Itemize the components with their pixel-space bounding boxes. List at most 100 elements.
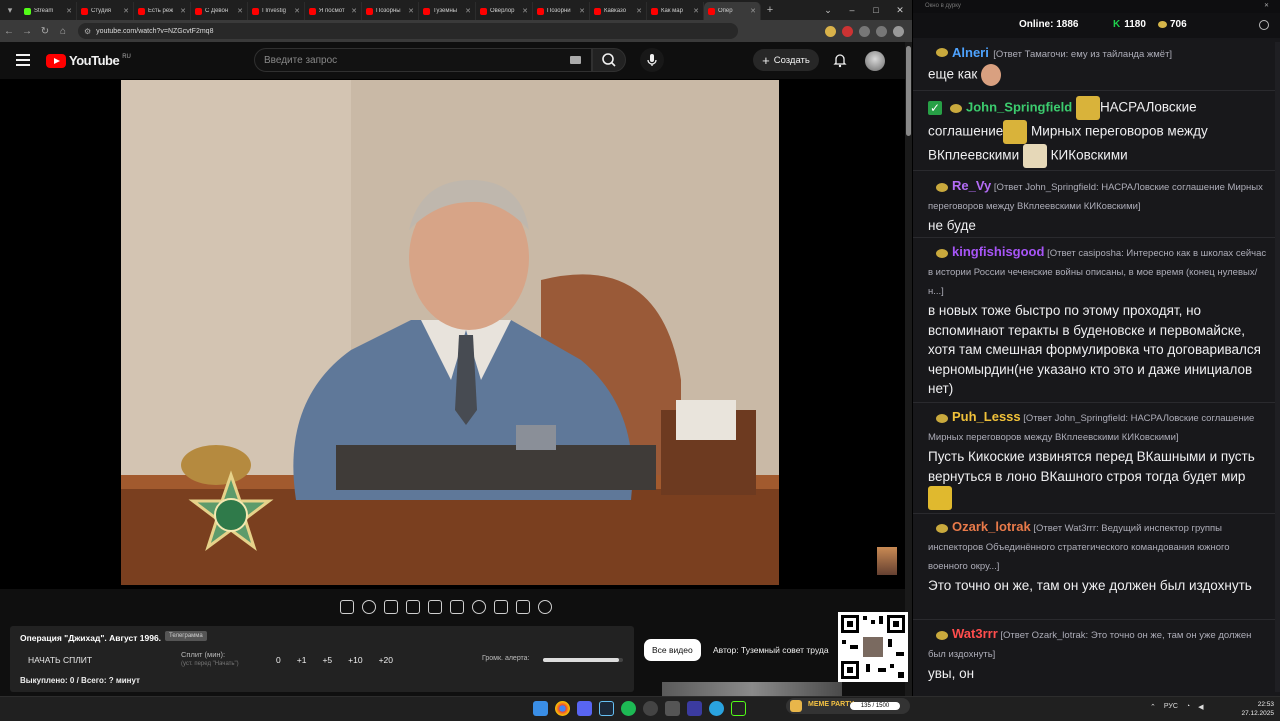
add-5-button[interactable]: +5 bbox=[322, 655, 332, 665]
windows-start-icon[interactable] bbox=[533, 701, 548, 716]
broadcast-icon[interactable] bbox=[362, 600, 376, 614]
add-20-button[interactable]: +20 bbox=[379, 655, 393, 665]
browser-tab[interactable]: Опер ✕ bbox=[704, 2, 761, 20]
meme-party-widget[interactable]: MEME PARTY 135 / 1500 bbox=[786, 698, 910, 714]
browser-tab[interactable]: Позорни ✕ bbox=[533, 2, 590, 20]
tab-close-icon[interactable]: ✕ bbox=[522, 7, 528, 15]
tab-close-icon[interactable]: ✕ bbox=[180, 7, 186, 15]
account-avatar[interactable] bbox=[865, 51, 885, 71]
add-1-button[interactable]: +1 bbox=[297, 655, 307, 665]
wifi-icon[interactable]: ◔ bbox=[1186, 703, 1190, 711]
extension-icon[interactable] bbox=[859, 25, 870, 37]
youtube-logo[interactable]: YouTube RU bbox=[46, 53, 131, 68]
browser-tab[interactable]: С Девон ✕ bbox=[191, 2, 248, 20]
browser-tab[interactable]: Stream ✕ bbox=[20, 2, 77, 20]
side-thumbnail[interactable] bbox=[877, 547, 897, 575]
tab-close-icon[interactable]: ✕ bbox=[579, 7, 585, 15]
site-info-icon[interactable]: ⚙ bbox=[84, 27, 91, 36]
media-player-icon[interactable] bbox=[687, 701, 702, 716]
url-field[interactable]: ⚙ youtube.com/watch?v=NZGcvtF2mq8 bbox=[78, 23, 738, 39]
tab-close-icon[interactable]: ✕ bbox=[465, 7, 471, 15]
steam-icon[interactable] bbox=[599, 701, 614, 716]
chat-username[interactable]: Alneri bbox=[952, 45, 989, 60]
bottom-thumbnail-strip[interactable] bbox=[662, 682, 842, 696]
clapper-icon[interactable] bbox=[406, 600, 420, 614]
chrome-icon[interactable] bbox=[555, 701, 570, 716]
close-window-button[interactable]: ✕ bbox=[888, 0, 912, 20]
film-strip-icon[interactable] bbox=[450, 600, 464, 614]
app-icon[interactable] bbox=[665, 701, 680, 716]
tab-close-icon[interactable]: ✕ bbox=[237, 7, 243, 15]
browser-tab[interactable]: Как мар ✕ bbox=[647, 2, 704, 20]
tab-close-icon[interactable]: ✕ bbox=[408, 7, 414, 15]
create-button[interactable]: + Создать bbox=[753, 49, 819, 71]
browser-tab[interactable]: Я посмот ✕ bbox=[305, 2, 362, 20]
search-button[interactable] bbox=[592, 48, 626, 72]
language-indicator[interactable]: РУС bbox=[1164, 703, 1178, 711]
spotify-icon[interactable] bbox=[621, 701, 636, 716]
back-button[interactable]: ← bbox=[0, 26, 18, 37]
tab-close-icon[interactable]: ✕ bbox=[123, 7, 129, 15]
profile-icon[interactable] bbox=[893, 25, 904, 37]
browser-tab[interactable]: I Investig ✕ bbox=[248, 2, 305, 20]
browser-tab[interactable]: Оверлор ✕ bbox=[476, 2, 533, 20]
video-frame[interactable] bbox=[121, 80, 779, 585]
home-button[interactable]: ⌂ bbox=[54, 26, 72, 37]
telegram-icon[interactable] bbox=[709, 701, 724, 716]
kick-app-icon[interactable] bbox=[731, 701, 746, 716]
voice-search-button[interactable] bbox=[640, 48, 664, 72]
tab-close-icon[interactable]: ✕ bbox=[66, 7, 72, 15]
reply-quote[interactable]: [Ответ Тамагочи: ему из тайланда жмёт] bbox=[993, 49, 1172, 60]
tab-close-icon[interactable]: ✕ bbox=[351, 7, 357, 15]
keyboard-icon[interactable] bbox=[570, 56, 581, 64]
start-split-button[interactable]: НАЧАТЬ СПЛИТ bbox=[28, 655, 92, 665]
browser-tab[interactable]: Туземны ✕ bbox=[419, 2, 476, 20]
tab-close-icon[interactable]: ✕ bbox=[693, 7, 699, 15]
tray-arrow-icon[interactable]: ⌃ bbox=[1150, 703, 1156, 711]
obs-icon[interactable] bbox=[643, 701, 658, 716]
tab-close-icon[interactable]: ✕ bbox=[636, 7, 642, 15]
add-10-button[interactable]: +10 bbox=[348, 655, 362, 665]
extension-icon[interactable] bbox=[825, 25, 836, 37]
chat-username[interactable]: kingfishisgood bbox=[952, 244, 1044, 259]
forward-button[interactable]: → bbox=[18, 26, 36, 37]
tab-close-icon[interactable]: ✕ bbox=[750, 7, 756, 15]
pip-icon[interactable] bbox=[428, 600, 442, 614]
chat-username[interactable]: Ozark_lotrak bbox=[952, 519, 1031, 534]
browser-tab[interactable]: Студия ✕ bbox=[77, 2, 134, 20]
chat-username[interactable]: John_Springfield bbox=[966, 100, 1072, 115]
chat-settings-icon[interactable] bbox=[1259, 20, 1269, 30]
tab-search-icon[interactable]: ▾ bbox=[0, 0, 20, 20]
minimize-button[interactable]: – bbox=[840, 0, 864, 20]
page-scrollbar[interactable] bbox=[905, 42, 912, 696]
reload-button[interactable]: ↻ bbox=[36, 26, 54, 37]
camera-icon[interactable] bbox=[516, 600, 530, 614]
speed-gauge-icon[interactable] bbox=[472, 600, 486, 614]
chat-close-icon[interactable]: ✕ bbox=[1264, 0, 1269, 13]
browser-tab[interactable]: Кавказо ✕ bbox=[590, 2, 647, 20]
author-chip[interactable]: Автор: Туземный совет труда bbox=[707, 639, 835, 661]
telegram-badge[interactable]: Телеграмма bbox=[165, 631, 207, 641]
browser-tab[interactable]: Позорны ✕ bbox=[362, 2, 419, 20]
cast-icon[interactable] bbox=[384, 600, 398, 614]
notifications-button[interactable] bbox=[832, 52, 848, 68]
search-input[interactable]: Введите запрос bbox=[254, 48, 592, 72]
chat-username[interactable]: Wat3rrr bbox=[952, 626, 998, 641]
browser-tab[interactable]: Есть реж ✕ bbox=[134, 2, 191, 20]
tab-close-icon[interactable]: ✕ bbox=[294, 7, 300, 15]
all-videos-chip[interactable]: Все видео bbox=[644, 639, 701, 661]
new-tab-button[interactable]: + bbox=[761, 4, 779, 16]
chat-scrollbar[interactable] bbox=[1275, 42, 1280, 692]
add-screen-icon[interactable] bbox=[494, 600, 508, 614]
discord-icon[interactable] bbox=[577, 701, 592, 716]
loop-icon[interactable] bbox=[340, 600, 354, 614]
menu-icon[interactable] bbox=[16, 54, 30, 66]
system-clock[interactable]: 22:53 27.12.2025 bbox=[1241, 700, 1274, 718]
volume-icon[interactable]: ◀ bbox=[1198, 703, 1203, 711]
settings-gear-icon[interactable] bbox=[538, 600, 552, 614]
download-icon[interactable] bbox=[876, 25, 887, 37]
alert-volume-slider[interactable] bbox=[543, 658, 623, 662]
maximize-button[interactable]: □ bbox=[864, 0, 888, 20]
chevron-down-icon[interactable]: ⌄ bbox=[816, 0, 840, 20]
chat-username[interactable]: Re_Vy bbox=[952, 178, 991, 193]
